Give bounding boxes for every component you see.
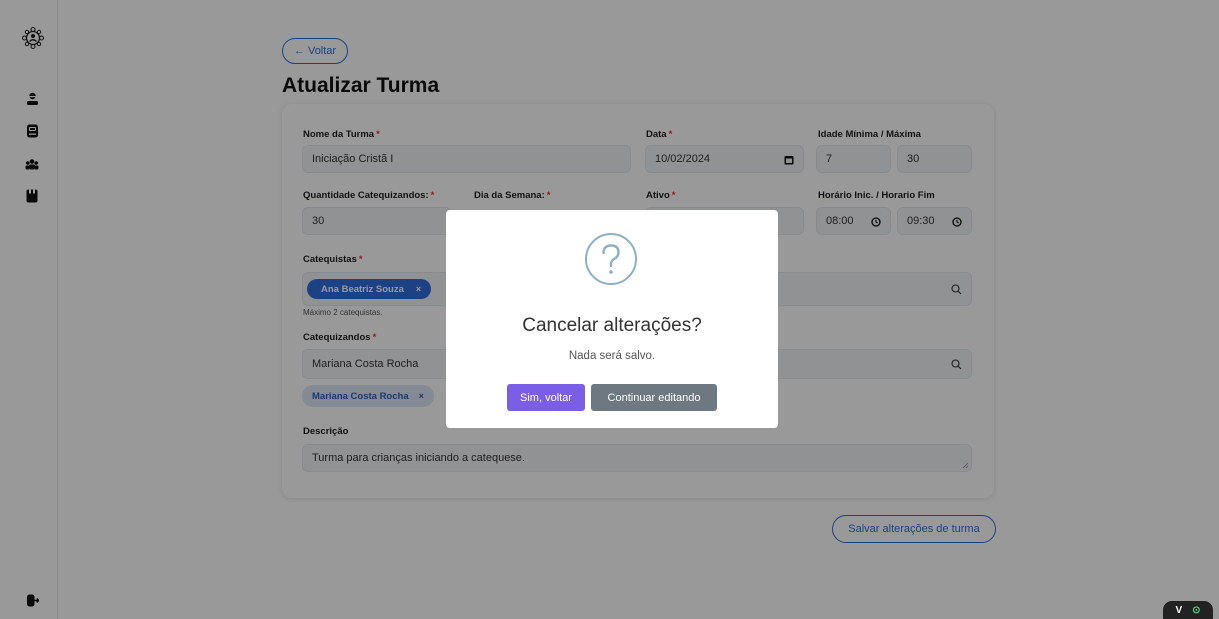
question-icon xyxy=(585,233,637,285)
devtools-label: V xyxy=(1175,604,1183,616)
dialog-title: Cancelar alterações? xyxy=(522,315,702,336)
confirm-back-button[interactable]: Sim, voltar xyxy=(507,384,585,411)
devtools-badge[interactable]: V ⊙ xyxy=(1163,601,1213,619)
status-indicator-icon: ⊙ xyxy=(1192,604,1201,616)
dialog-text: Nada será salvo. xyxy=(568,350,656,362)
continue-editing-button[interactable]: Continuar editando xyxy=(591,384,717,411)
confirm-dialog: Cancelar alterações? Nada será salvo. Si… xyxy=(446,210,778,428)
